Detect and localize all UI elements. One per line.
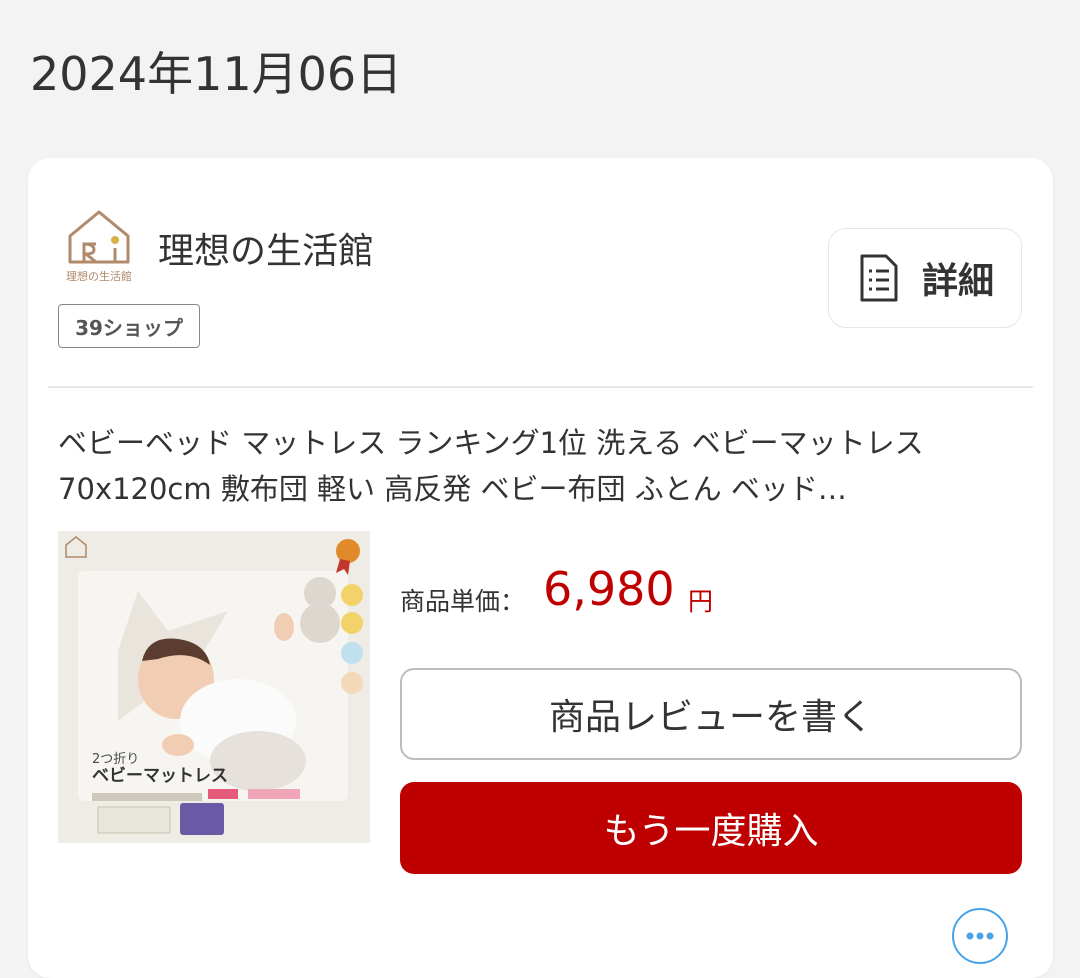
detail-button[interactable]: 詳細 xyxy=(828,228,1022,328)
house-logo-icon xyxy=(68,210,130,264)
shop-badge: 39ショップ xyxy=(58,304,200,348)
product-title[interactable]: ベビーベッド マットレス ランキング1位 洗える ベビーマットレス 70x120… xyxy=(58,420,1033,512)
price-unit: 円 xyxy=(688,587,714,616)
image-text-2: ベビーマットレス xyxy=(92,766,228,786)
detail-button-label: 詳細 xyxy=(921,261,994,302)
order-card: 理想の生活館 理想の生活館 39ショップ 詳細 ベビーベッド マットレス ランキ… xyxy=(28,158,1053,978)
order-date: 2024年11月06日 xyxy=(30,47,403,101)
buy-again-button[interactable]: もう一度購入 xyxy=(400,782,1022,874)
more-horizontal-icon xyxy=(966,932,994,940)
divider xyxy=(48,386,1033,388)
price-value: 6,980 xyxy=(543,562,675,616)
shop-logo-text: 理想の生活館 xyxy=(66,270,132,283)
more-button[interactable] xyxy=(952,908,1008,964)
price-label: 商品単価： xyxy=(400,587,526,616)
shop-logo[interactable]: 理想の生活館 xyxy=(58,206,140,286)
product-photo: 2つ折り ベビーマットレス xyxy=(58,531,370,843)
write-review-button[interactable]: 商品レビューを書く xyxy=(400,668,1022,760)
product-image[interactable]: 2つ折り ベビーマットレス xyxy=(58,531,370,843)
document-list-icon xyxy=(860,254,898,302)
shop-name[interactable]: 理想の生活館 xyxy=(158,222,374,274)
image-text-1: 2つ折り xyxy=(92,752,139,767)
